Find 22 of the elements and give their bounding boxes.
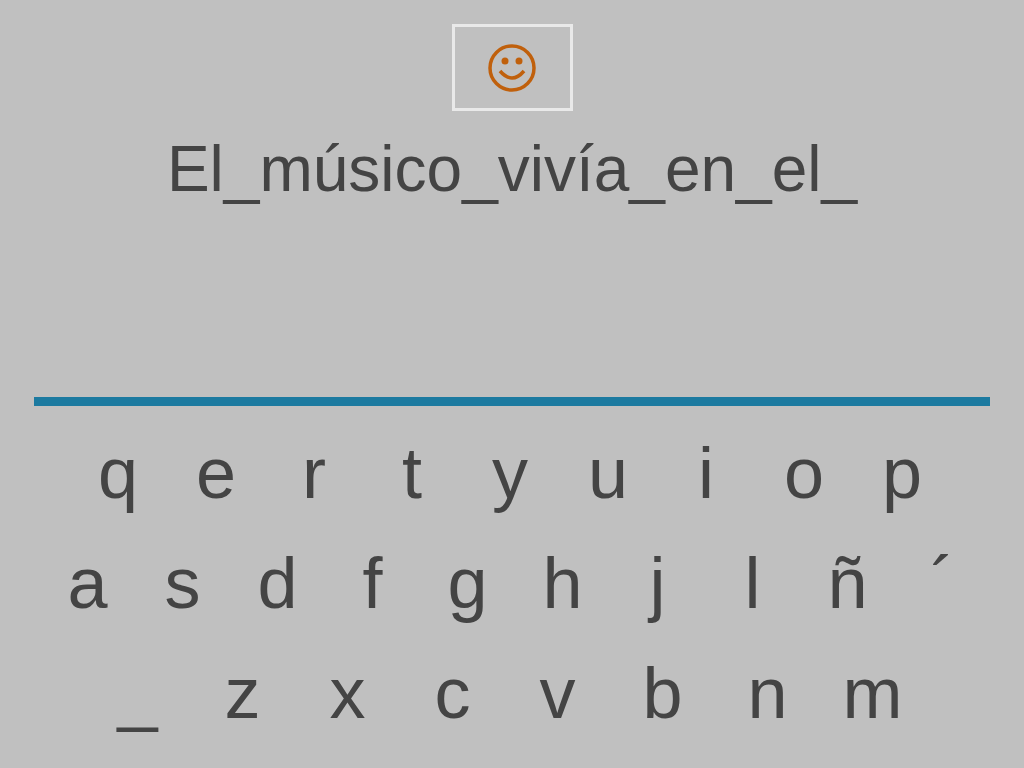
letter-key[interactable]: e: [167, 437, 265, 509]
letter-key[interactable]: d: [230, 547, 325, 619]
letter-key[interactable]: ñ: [800, 547, 895, 619]
letter-key[interactable]: i: [657, 437, 755, 509]
letter-key[interactable]: a: [40, 547, 135, 619]
letter-key[interactable]: x: [295, 657, 400, 729]
letter-key[interactable]: h: [515, 547, 610, 619]
letter-key[interactable]: r: [265, 437, 363, 509]
letter-key[interactable]: f: [325, 547, 420, 619]
letter-key[interactable]: ´: [895, 547, 990, 619]
letter-key[interactable]: z: [190, 657, 295, 729]
letter-key[interactable]: m: [820, 657, 925, 729]
letter-key[interactable]: b: [610, 657, 715, 729]
letter-key[interactable]: l: [705, 547, 800, 619]
letter-key[interactable]: v: [505, 657, 610, 729]
letter-key[interactable]: u: [559, 437, 657, 509]
letter-key[interactable]: t: [363, 437, 461, 509]
letter-key[interactable]: c: [400, 657, 505, 729]
letter-key[interactable]: n: [715, 657, 820, 729]
smiley-icon: [487, 42, 537, 93]
letter-key[interactable]: s: [135, 547, 230, 619]
letter-key[interactable]: o: [755, 437, 853, 509]
